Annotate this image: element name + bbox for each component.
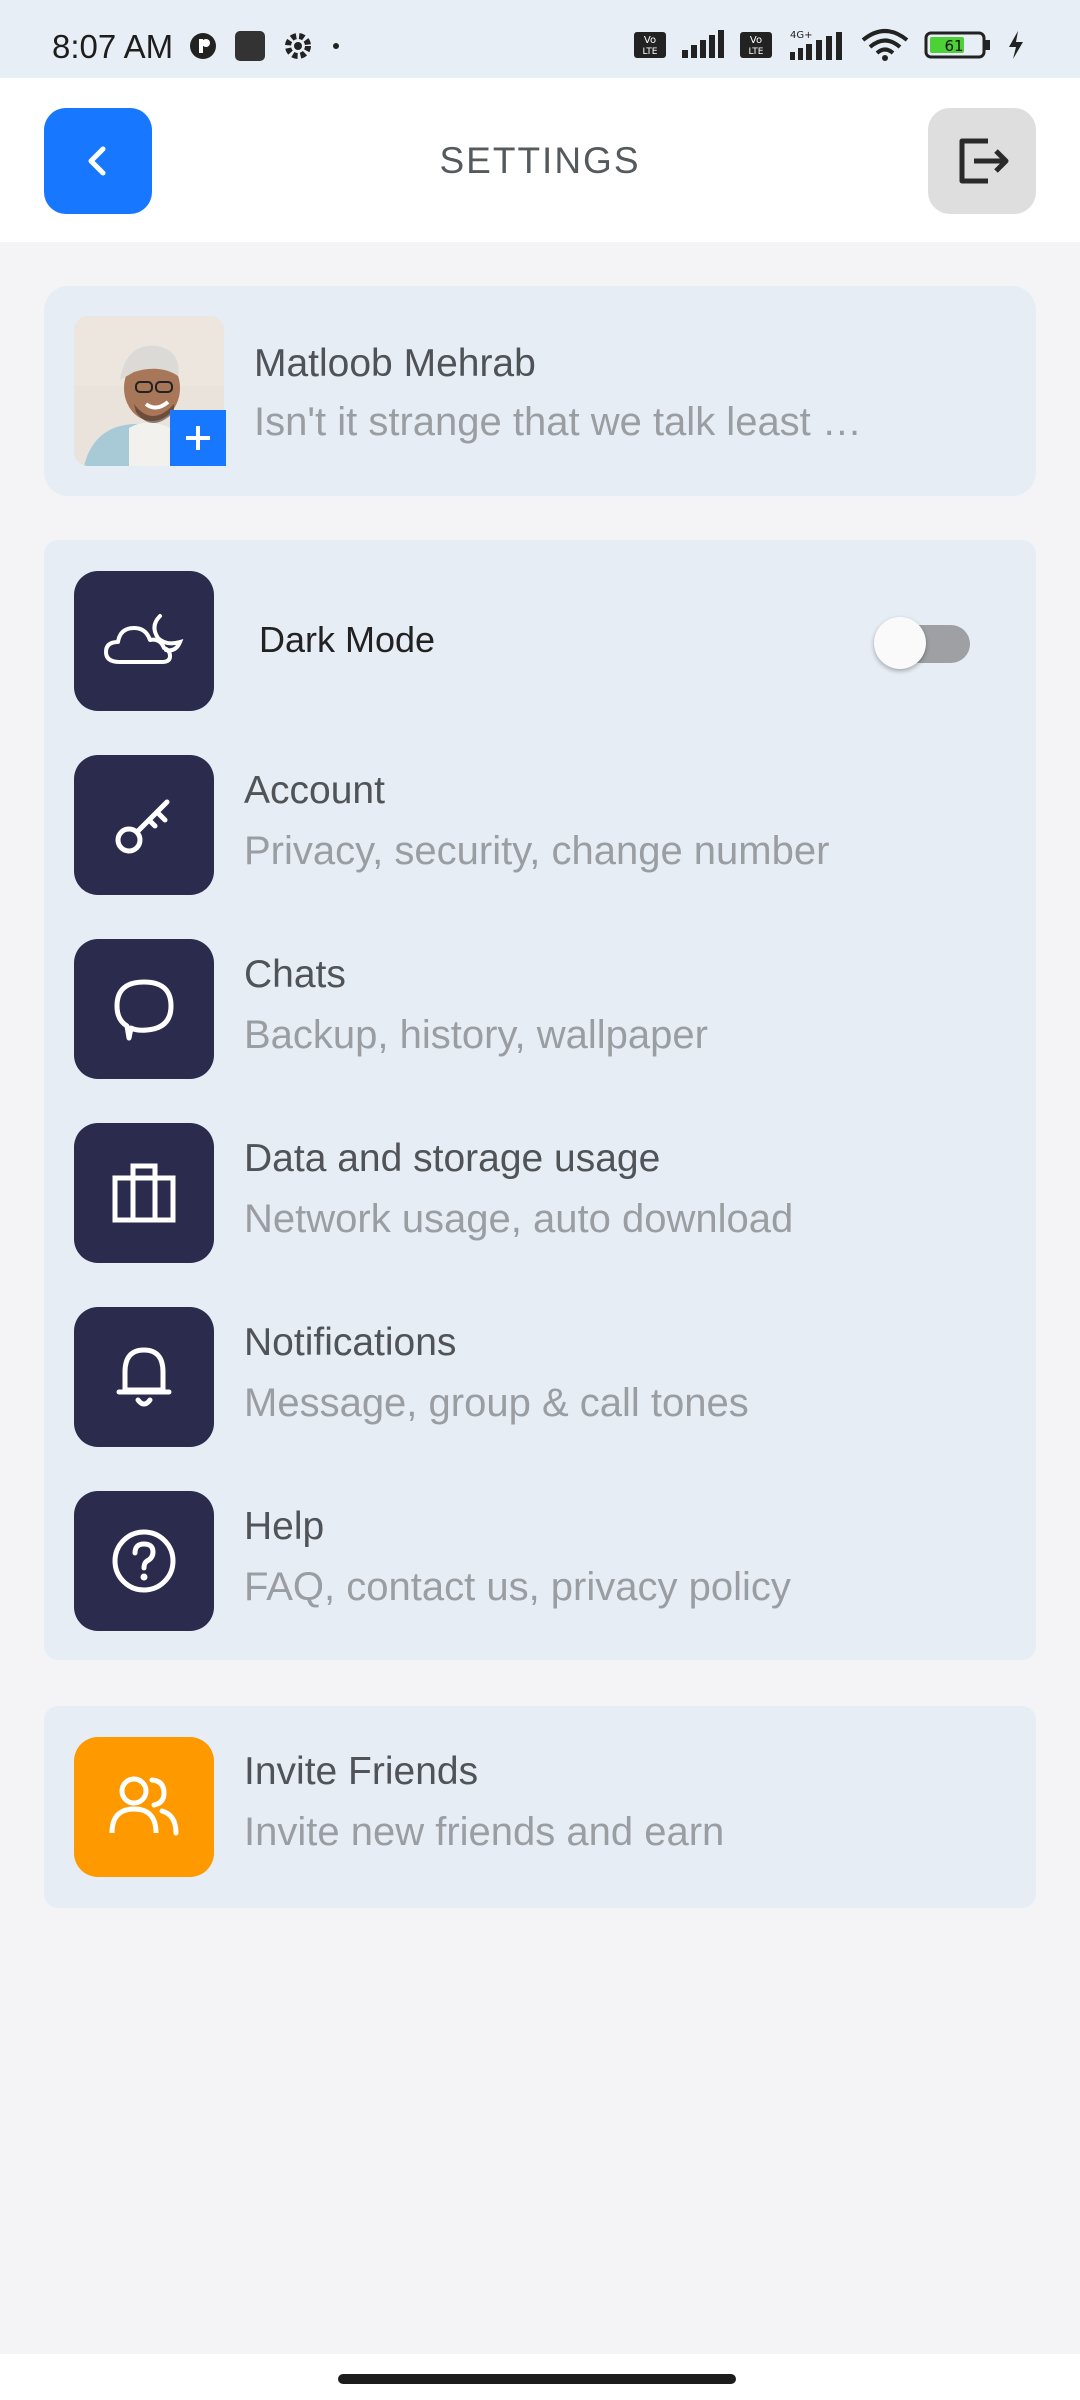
bell-icon [116, 1347, 172, 1407]
chat-bubble-icon [114, 979, 174, 1041]
app-notification-icon [190, 33, 216, 59]
page-title: SETTINGS [439, 140, 641, 181]
settings-item-help[interactable]: Help FAQ, contact us, privacy policy [44, 1491, 1036, 1631]
users-icon [109, 1776, 179, 1836]
help-icon-box [74, 1491, 214, 1631]
svg-text:Vo: Vo [750, 35, 762, 46]
briefcase-icon [112, 1163, 176, 1223]
svg-text:Vo: Vo [644, 35, 656, 46]
dark-mode-label: Dark Mode [259, 619, 436, 660]
settings-gear-icon [285, 33, 311, 59]
logout-icon [959, 138, 1009, 184]
svg-text:61: 61 [944, 37, 963, 55]
setting-subtitle: Message, group & call tones [244, 1381, 749, 1425]
invite-icon-box [74, 1737, 214, 1877]
dark-mode-icon-box [74, 571, 214, 711]
charging-icon [1009, 31, 1023, 59]
settings-list: Dark Mode Account Privacy, security, cha… [44, 540, 1036, 1660]
settings-item-data-storage[interactable]: Data and storage usage Network usage, au… [44, 1123, 1036, 1263]
invite-subtitle: Invite new friends and earn [244, 1810, 725, 1854]
header: SETTINGS [0, 78, 1080, 242]
svg-text:LTE: LTE [643, 47, 658, 57]
setting-title: Chats [244, 953, 346, 996]
status-time: 8:07 AM [52, 28, 174, 65]
add-photo-button[interactable] [170, 410, 226, 466]
home-indicator[interactable] [338, 2374, 736, 2384]
logout-button[interactable] [928, 108, 1036, 214]
data-icon-box [74, 1123, 214, 1263]
svg-text:LTE: LTE [749, 47, 764, 57]
cloud-moon-icon [104, 614, 184, 664]
status-bar: 8:07 AM Vo LTE Vo LTE 4G+ 61 [0, 0, 1080, 78]
toggle-thumb [874, 617, 926, 669]
notifications-icon-box [74, 1307, 214, 1447]
wifi-icon [861, 29, 909, 61]
setting-title: Data and storage usage [244, 1137, 661, 1180]
dark-mode-toggle[interactable] [874, 615, 974, 669]
system-status-icons: Vo LTE Vo LTE 4G+ 61 [634, 28, 1026, 62]
chats-icon-box [74, 939, 214, 1079]
volte-2-icon: VoLTE [740, 32, 772, 58]
settings-item-notifications[interactable]: Notifications Message, group & call tone… [44, 1307, 1036, 1447]
signal-2-icon: 4G+ [790, 30, 842, 60]
setting-title: Notifications [244, 1321, 457, 1364]
setting-subtitle: Network usage, auto download [244, 1197, 794, 1241]
profile-status: Isn't it strange that we talk least … [254, 400, 862, 444]
help-icon [112, 1529, 176, 1593]
setting-subtitle: Privacy, security, change number [244, 829, 830, 873]
battery-icon: 61 [924, 31, 990, 59]
signal-1-icon [682, 30, 724, 58]
notification-icons [188, 30, 342, 62]
setting-subtitle: Backup, history, wallpaper [244, 1013, 708, 1057]
profile-name: Matloob Mehrab [254, 342, 536, 385]
key-icon [115, 799, 170, 854]
setting-subtitle: FAQ, contact us, privacy policy [244, 1565, 791, 1609]
settings-item-account[interactable]: Account Privacy, security, change number [44, 755, 1036, 895]
setting-title: Help [244, 1505, 325, 1548]
volte-icon: VoLTE [634, 32, 666, 58]
square-app-icon [235, 31, 265, 61]
account-icon-box [74, 755, 214, 895]
dot-icon [333, 43, 339, 49]
setting-title: Account [244, 769, 385, 812]
invite-friends-card[interactable]: Invite Friends Invite new friends and ea… [44, 1706, 1036, 1908]
svg-text:4G+: 4G+ [790, 30, 813, 41]
profile-card[interactable]: Matloob Mehrab Isn't it strange that we … [44, 286, 1036, 496]
invite-title: Invite Friends [244, 1750, 479, 1793]
dark-mode-row[interactable]: Dark Mode [44, 571, 1036, 711]
plus-icon [186, 426, 210, 450]
settings-item-chats[interactable]: Chats Backup, history, wallpaper [44, 939, 1036, 1079]
